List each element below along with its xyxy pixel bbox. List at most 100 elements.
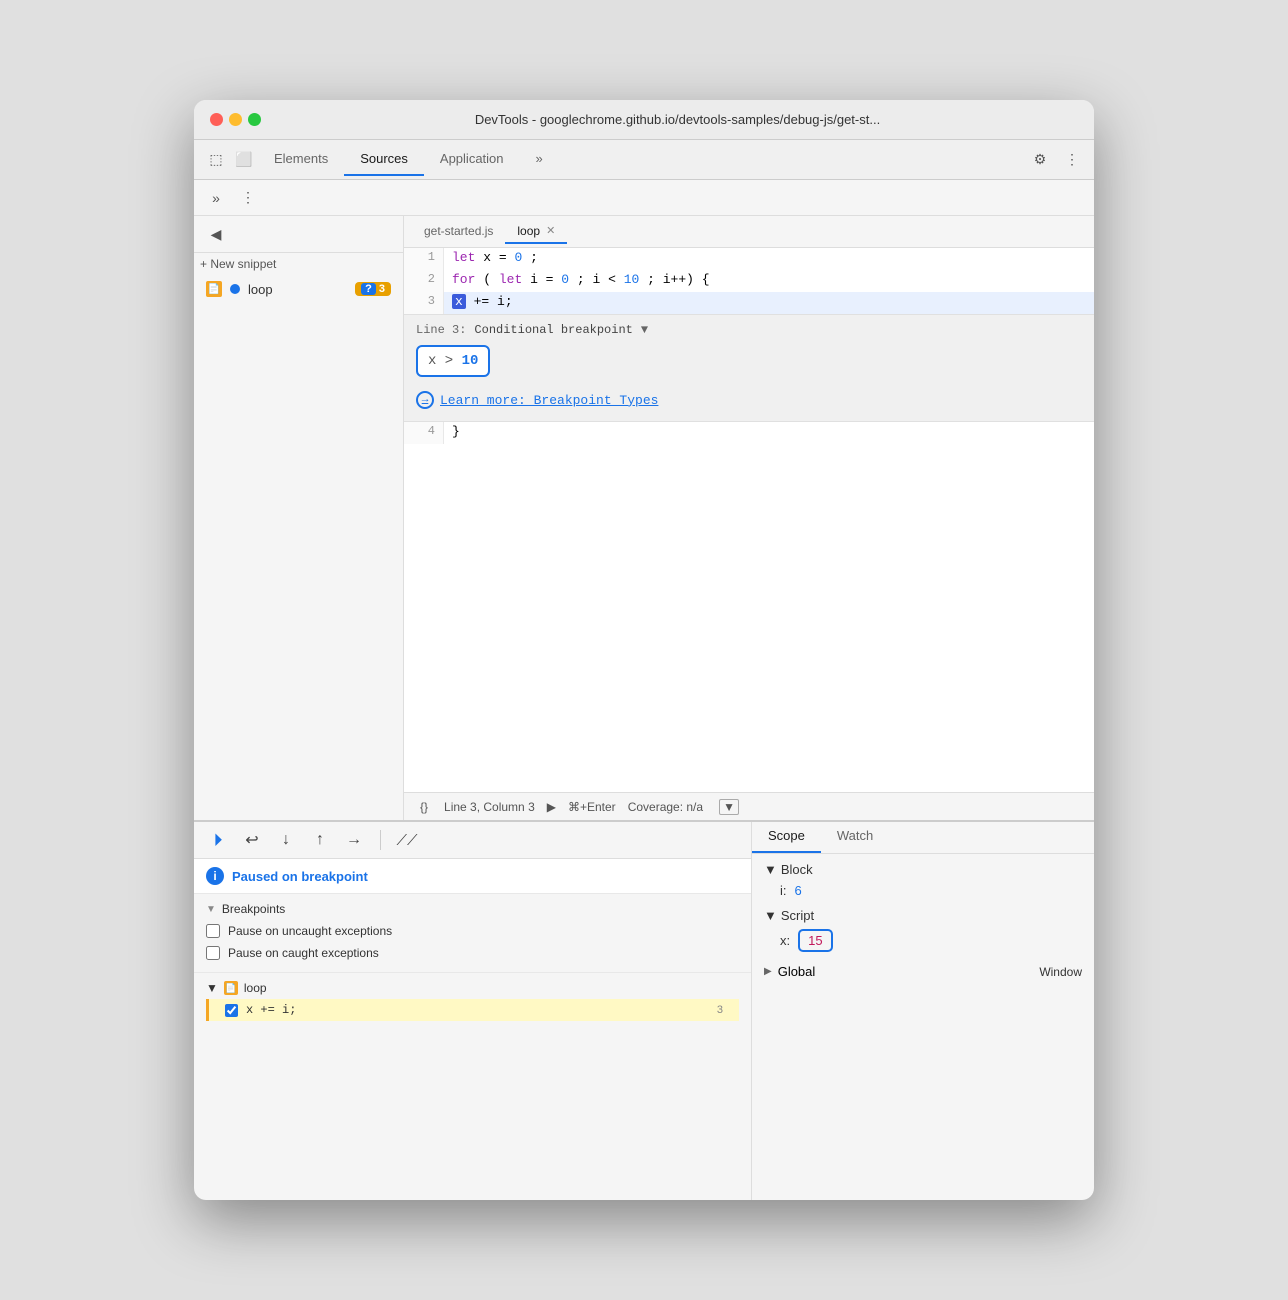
- line-number-3: 3: [404, 292, 444, 314]
- code-line-4: 4 }: [404, 422, 1094, 444]
- bp-line-number: 3: [717, 1004, 723, 1016]
- line-content-2: for ( let i = 0 ; i < 10 ; i++) {: [444, 270, 1094, 292]
- paused-text: Paused on breakpoint: [232, 869, 368, 884]
- resume-button[interactable]: ⏵: [206, 828, 230, 852]
- global-item[interactable]: ▶ Global Window: [764, 962, 1082, 981]
- pause-uncaught-item[interactable]: Pause on uncaught exceptions: [206, 920, 739, 942]
- breakpoint-badge: ? 3: [355, 282, 391, 296]
- step-over-button[interactable]: ↩: [240, 828, 264, 852]
- code-line-2: 2 for ( let i = 0 ; i < 10 ; i++) {: [404, 270, 1094, 292]
- scope-section-block: ▼ Block i: 6: [764, 862, 1082, 900]
- pause-caught-checkbox[interactable]: [206, 946, 220, 960]
- bp-line-label: Line 3:: [416, 323, 466, 337]
- tab-application[interactable]: Application: [424, 143, 520, 176]
- bp-dropdown-arrow[interactable]: ▼: [641, 323, 648, 337]
- bp-line-item: x += i; 3: [206, 999, 739, 1021]
- scope-section-script: ▼ Script x: 15: [764, 908, 1082, 954]
- sidebar-toolbar: ◀: [194, 216, 403, 253]
- tab-scope[interactable]: Scope: [752, 822, 821, 853]
- breakpoints-section: ▼ Breakpoints Pause on uncaught exceptio…: [194, 894, 751, 973]
- line-content-4: }: [444, 422, 1094, 444]
- cursor-position: Line 3, Column 3: [444, 800, 535, 814]
- format-button[interactable]: {}: [416, 798, 432, 816]
- bp-file-name: loop: [244, 981, 267, 995]
- step-out-button[interactable]: ↑: [308, 828, 332, 852]
- coverage-dropdown-icon[interactable]: ▼: [719, 799, 739, 815]
- tab-more[interactable]: »: [520, 143, 559, 176]
- pause-caught-item[interactable]: Pause on caught exceptions: [206, 942, 739, 964]
- bp-file-arrow-icon: ▼: [206, 981, 218, 995]
- settings-icon[interactable]: ⚙: [1026, 146, 1054, 174]
- window-title: DevTools - googlechrome.github.io/devtoo…: [277, 112, 1078, 127]
- scope-content: ▼ Block i: 6 ▼ Script x:: [752, 854, 1094, 1200]
- bp-file-header[interactable]: ▼ 📄 loop: [206, 977, 739, 999]
- sources-body: ◀ + New snippet 📄 loop ? 3: [194, 216, 1094, 820]
- conditional-breakpoint-panel: Line 3: Conditional breakpoint ▼ x > 10 …: [404, 314, 1094, 422]
- bp-line-code: x += i;: [246, 1003, 709, 1017]
- global-arrow-icon: ▶: [764, 966, 772, 977]
- more-options-icon[interactable]: ⋮: [1058, 146, 1086, 174]
- navigator-icon[interactable]: ◀: [202, 220, 230, 248]
- info-icon: i: [206, 867, 224, 885]
- learn-more-link[interactable]: → Learn more: Breakpoint Types: [416, 387, 1082, 413]
- tab-elements[interactable]: Elements: [258, 143, 344, 176]
- block-header[interactable]: ▼ Block: [764, 862, 1082, 877]
- toolbar-divider: [380, 830, 381, 850]
- global-value: Window: [1039, 965, 1082, 979]
- learn-more-text: Learn more: Breakpoint Types: [440, 393, 658, 408]
- sidebar-item-loop[interactable]: 📄 loop ? 3: [194, 275, 403, 303]
- line-content-1: let x = 0 ;: [444, 248, 1094, 270]
- more-sources-icon[interactable]: »: [202, 184, 230, 212]
- maximize-button[interactable]: [248, 113, 261, 126]
- global-label: Global: [778, 964, 816, 979]
- step-button[interactable]: →: [342, 828, 366, 852]
- line-number-4: 4: [404, 422, 444, 444]
- file-tabs: get-started.js loop ✕: [404, 216, 1094, 248]
- minimize-button[interactable]: [229, 113, 242, 126]
- devtools-right-icons: ⚙ ⋮: [1026, 146, 1086, 174]
- traffic-lights: [210, 113, 261, 126]
- pause-caught-label: Pause on caught exceptions: [228, 946, 379, 960]
- new-snippet-button[interactable]: + New snippet: [194, 253, 403, 275]
- tab-sources[interactable]: Sources: [344, 143, 424, 176]
- device-toolbar-icon[interactable]: ⬜: [230, 146, 258, 174]
- scope-tabs: Scope Watch: [752, 822, 1094, 854]
- devtools-window: DevTools - googlechrome.github.io/devtoo…: [194, 100, 1094, 1200]
- debug-toolbar: ⏵ ↩ ↓ ↑ → ⟋⟋: [194, 822, 751, 859]
- file-icon: 📄: [206, 281, 222, 297]
- pause-uncaught-label: Pause on uncaught exceptions: [228, 924, 392, 938]
- bp-line-checkbox[interactable]: [225, 1004, 238, 1017]
- code-panel: get-started.js loop ✕ 1 let x =: [404, 216, 1094, 820]
- debugger-panel: ⏵ ↩ ↓ ↑ → ⟋⟋ i Paused on breakpoint ▼ Br…: [194, 820, 1094, 1200]
- inspect-icon[interactable]: ⬚: [202, 146, 230, 174]
- scope-value-i: 6: [795, 883, 802, 898]
- script-label: Script: [781, 908, 814, 923]
- tab-watch[interactable]: Watch: [821, 822, 889, 853]
- deactivate-breakpoints-button[interactable]: ⟋⟋: [395, 828, 419, 852]
- question-badge: ?: [361, 283, 376, 295]
- run-shortcut: ⌘+Enter: [568, 800, 616, 814]
- run-icon[interactable]: ▶: [547, 800, 556, 814]
- file-tab-loop[interactable]: loop ✕: [505, 220, 567, 244]
- step-into-button[interactable]: ↓: [274, 828, 298, 852]
- devtools-tab-bar: ⬚ ⬜ Elements Sources Application » ⚙ ⋮: [194, 140, 1094, 180]
- close-button[interactable]: [210, 113, 223, 126]
- bp-header: Line 3: Conditional breakpoint ▼: [416, 323, 1082, 337]
- breakpoint-dot-icon: [230, 284, 240, 294]
- code-area[interactable]: 1 let x = 0 ; 2 for (: [404, 248, 1094, 792]
- breakpoints-header[interactable]: ▼ Breakpoints: [206, 902, 739, 916]
- close-tab-icon[interactable]: ✕: [546, 224, 555, 237]
- main-tab-list: Elements Sources Application »: [258, 143, 1018, 176]
- sources-panel: » ⋮ ◀ + New snippet 📄 loop ? 3: [194, 180, 1094, 820]
- badge-number: 3: [379, 283, 385, 295]
- pause-uncaught-checkbox[interactable]: [206, 924, 220, 938]
- bp-input-container: x > 10: [416, 345, 490, 377]
- status-bar: {} Line 3, Column 3 ▶ ⌘+Enter Coverage: …: [404, 792, 1094, 820]
- format-icon: {}: [420, 800, 428, 814]
- three-dots-icon[interactable]: ⋮: [234, 184, 262, 212]
- breakpoints-label: Breakpoints: [222, 902, 285, 916]
- line-number-2: 2: [404, 270, 444, 292]
- file-tab-get-started[interactable]: get-started.js: [412, 220, 505, 244]
- script-header[interactable]: ▼ Script: [764, 908, 1082, 923]
- scope-section-global: ▶ Global Window: [764, 962, 1082, 981]
